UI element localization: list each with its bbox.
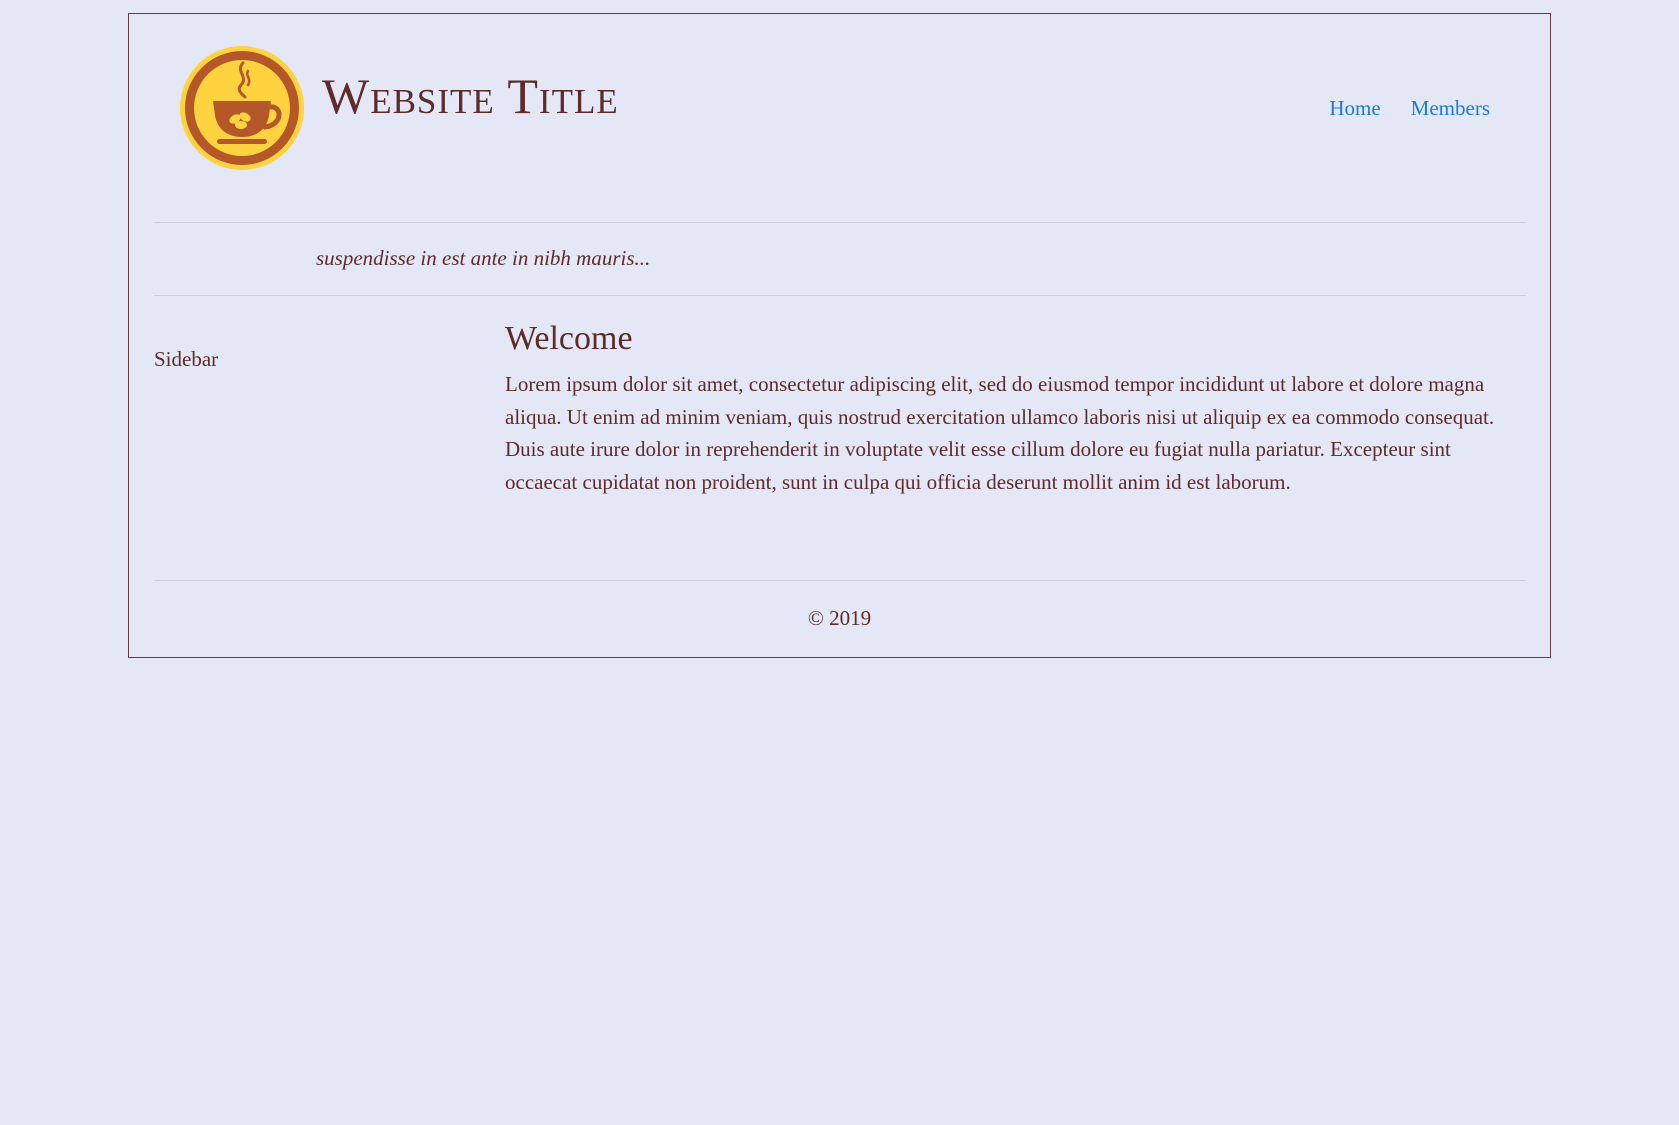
sidebar-label: Sidebar [154,347,219,371]
nav-link-members[interactable]: Members [1411,96,1490,121]
footer-divider [154,580,1526,581]
welcome-heading: Welcome [505,320,633,357]
site-footer: © 2019 [129,608,1550,629]
site-title: Website Title [322,68,619,124]
coffee-cup-icon[interactable] [179,45,305,171]
copyright-text: © 2019 [807,606,872,630]
header-divider [154,222,1526,223]
page-container: Website Title Home Members suspendisse i… [128,13,1551,658]
main-nav: Home Members [1329,96,1490,121]
nav-link-home[interactable]: Home [1329,96,1380,121]
tagline: suspendisse in est ante in nibh mauris..… [316,246,651,270]
tagline-divider [154,295,1526,296]
site-header: Website Title Home Members [129,14,1550,222]
welcome-paragraph: Lorem ipsum dolor sit amet, consectetur … [505,372,1495,494]
main-content: Welcome Lorem ipsum dolor sit amet, cons… [505,318,1525,498]
